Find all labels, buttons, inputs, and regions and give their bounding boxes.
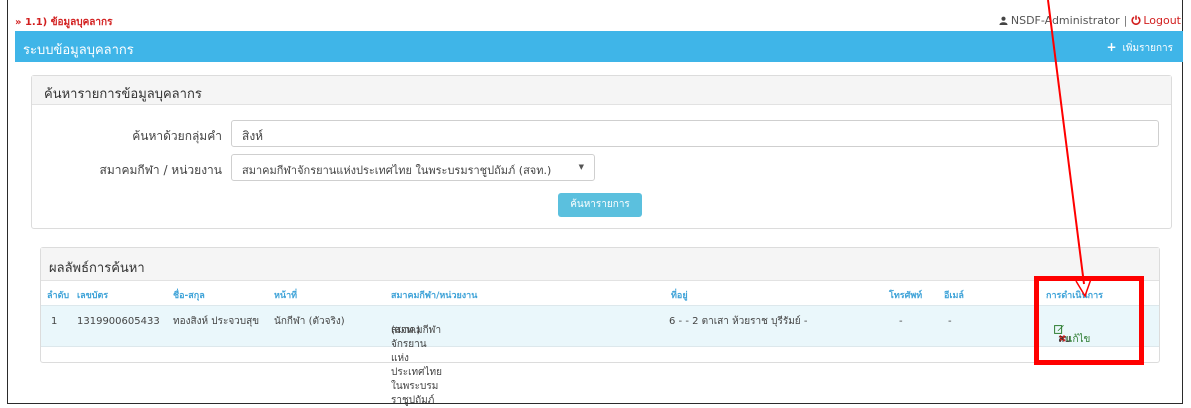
breadcrumb[interactable]: » 1.1) ข้อมูลบุคลากร [15, 15, 112, 30]
cell-id-card: 1319900605433 [77, 316, 160, 327]
cell-role: นักกีฬา (ตัวจริง) [274, 316, 345, 327]
association-selected-value: สมาคมกีฬาจักรยานแห่งประเทศไทย ในพระบรมรา… [242, 164, 552, 177]
logout-link[interactable]: Logout [1131, 14, 1181, 27]
results-panel: ผลลัพธ์การค้นหา ลำดับ เลขบัตร ชื่อ-สกุล … [40, 247, 1160, 406]
keyword-input[interactable]: สิงห์ [231, 120, 1159, 147]
cell-phone: - [899, 316, 903, 327]
results-panel-title: ผลลัพธ์การค้นหา [41, 248, 1159, 281]
cell-email: - [948, 316, 952, 327]
table-row: 1 1319900605433 ทองสิงห์ ประจวบสุข นักกี… [41, 305, 1159, 406]
table-header: ลำดับ เลขบัตร ชื่อ-สกุล หน้าที่ สมาคมกีฬ… [41, 281, 1159, 305]
plus-icon: + [1106, 40, 1117, 54]
column-header[interactable]: ชื่อ-สกุล [173, 288, 205, 302]
user-icon [999, 16, 1008, 25]
page-header: ระบบข้อมูลบุคลากร + เพิ่มรายการ [15, 31, 1183, 62]
user-area: NSDF-Administrator | Logout [999, 14, 1181, 27]
association-select[interactable]: สมาคมกีฬาจักรยานแห่งประเทศไทย ในพระบรมรา… [231, 154, 595, 181]
cell-name: ทองสิงห์ ประจวบสุข [173, 316, 260, 327]
cell-address: 6 - - 2 ตาเสา ห้วยราช บุรีรัมย์ - [669, 316, 808, 327]
annotation-highlight-box [1034, 276, 1144, 365]
search-panel-title: ค้นหารายการข้อมูลบุคลากร [32, 76, 1171, 105]
top-bar: » 1.1) ข้อมูลบุคลากร NSDF-Administrator |… [15, 13, 1183, 29]
association-label: สมาคมกีฬา / หน่วยงาน [99, 163, 222, 177]
logout-label: Logout [1143, 14, 1181, 27]
cell-association-line2: (สจท.) [391, 325, 421, 336]
column-header[interactable]: หน้าที่ [274, 288, 297, 302]
page-title: ระบบข้อมูลบุคลากร [23, 43, 134, 58]
column-header[interactable]: ลำดับ [47, 288, 69, 302]
add-record-button[interactable]: + เพิ่มรายการ [1106, 40, 1173, 56]
search-button[interactable]: ค้นหารายการ [558, 193, 642, 217]
power-icon [1131, 15, 1141, 25]
user-name[interactable]: NSDF-Administrator [1011, 14, 1120, 27]
chevron-down-icon: ▼ [578, 163, 584, 171]
column-header[interactable]: ที่อยู่ [671, 288, 688, 302]
keyword-label: ค้นหาด้วยกลุ่มคำ [132, 129, 222, 143]
separator: | [1123, 14, 1128, 27]
search-panel: ค้นหารายการข้อมูลบุคลากร ค้นหาด้วยกลุ่มค… [31, 75, 1172, 229]
add-record-label: เพิ่มรายการ [1122, 43, 1174, 54]
column-header[interactable]: เลขบัตร [77, 288, 108, 302]
column-header[interactable]: โทรศัพท์ [889, 288, 922, 302]
cell-no: 1 [51, 316, 58, 327]
column-header[interactable]: อีเมล์ [944, 288, 964, 302]
column-header[interactable]: สมาคมกีฬา/หน่วยงาน [391, 288, 477, 302]
